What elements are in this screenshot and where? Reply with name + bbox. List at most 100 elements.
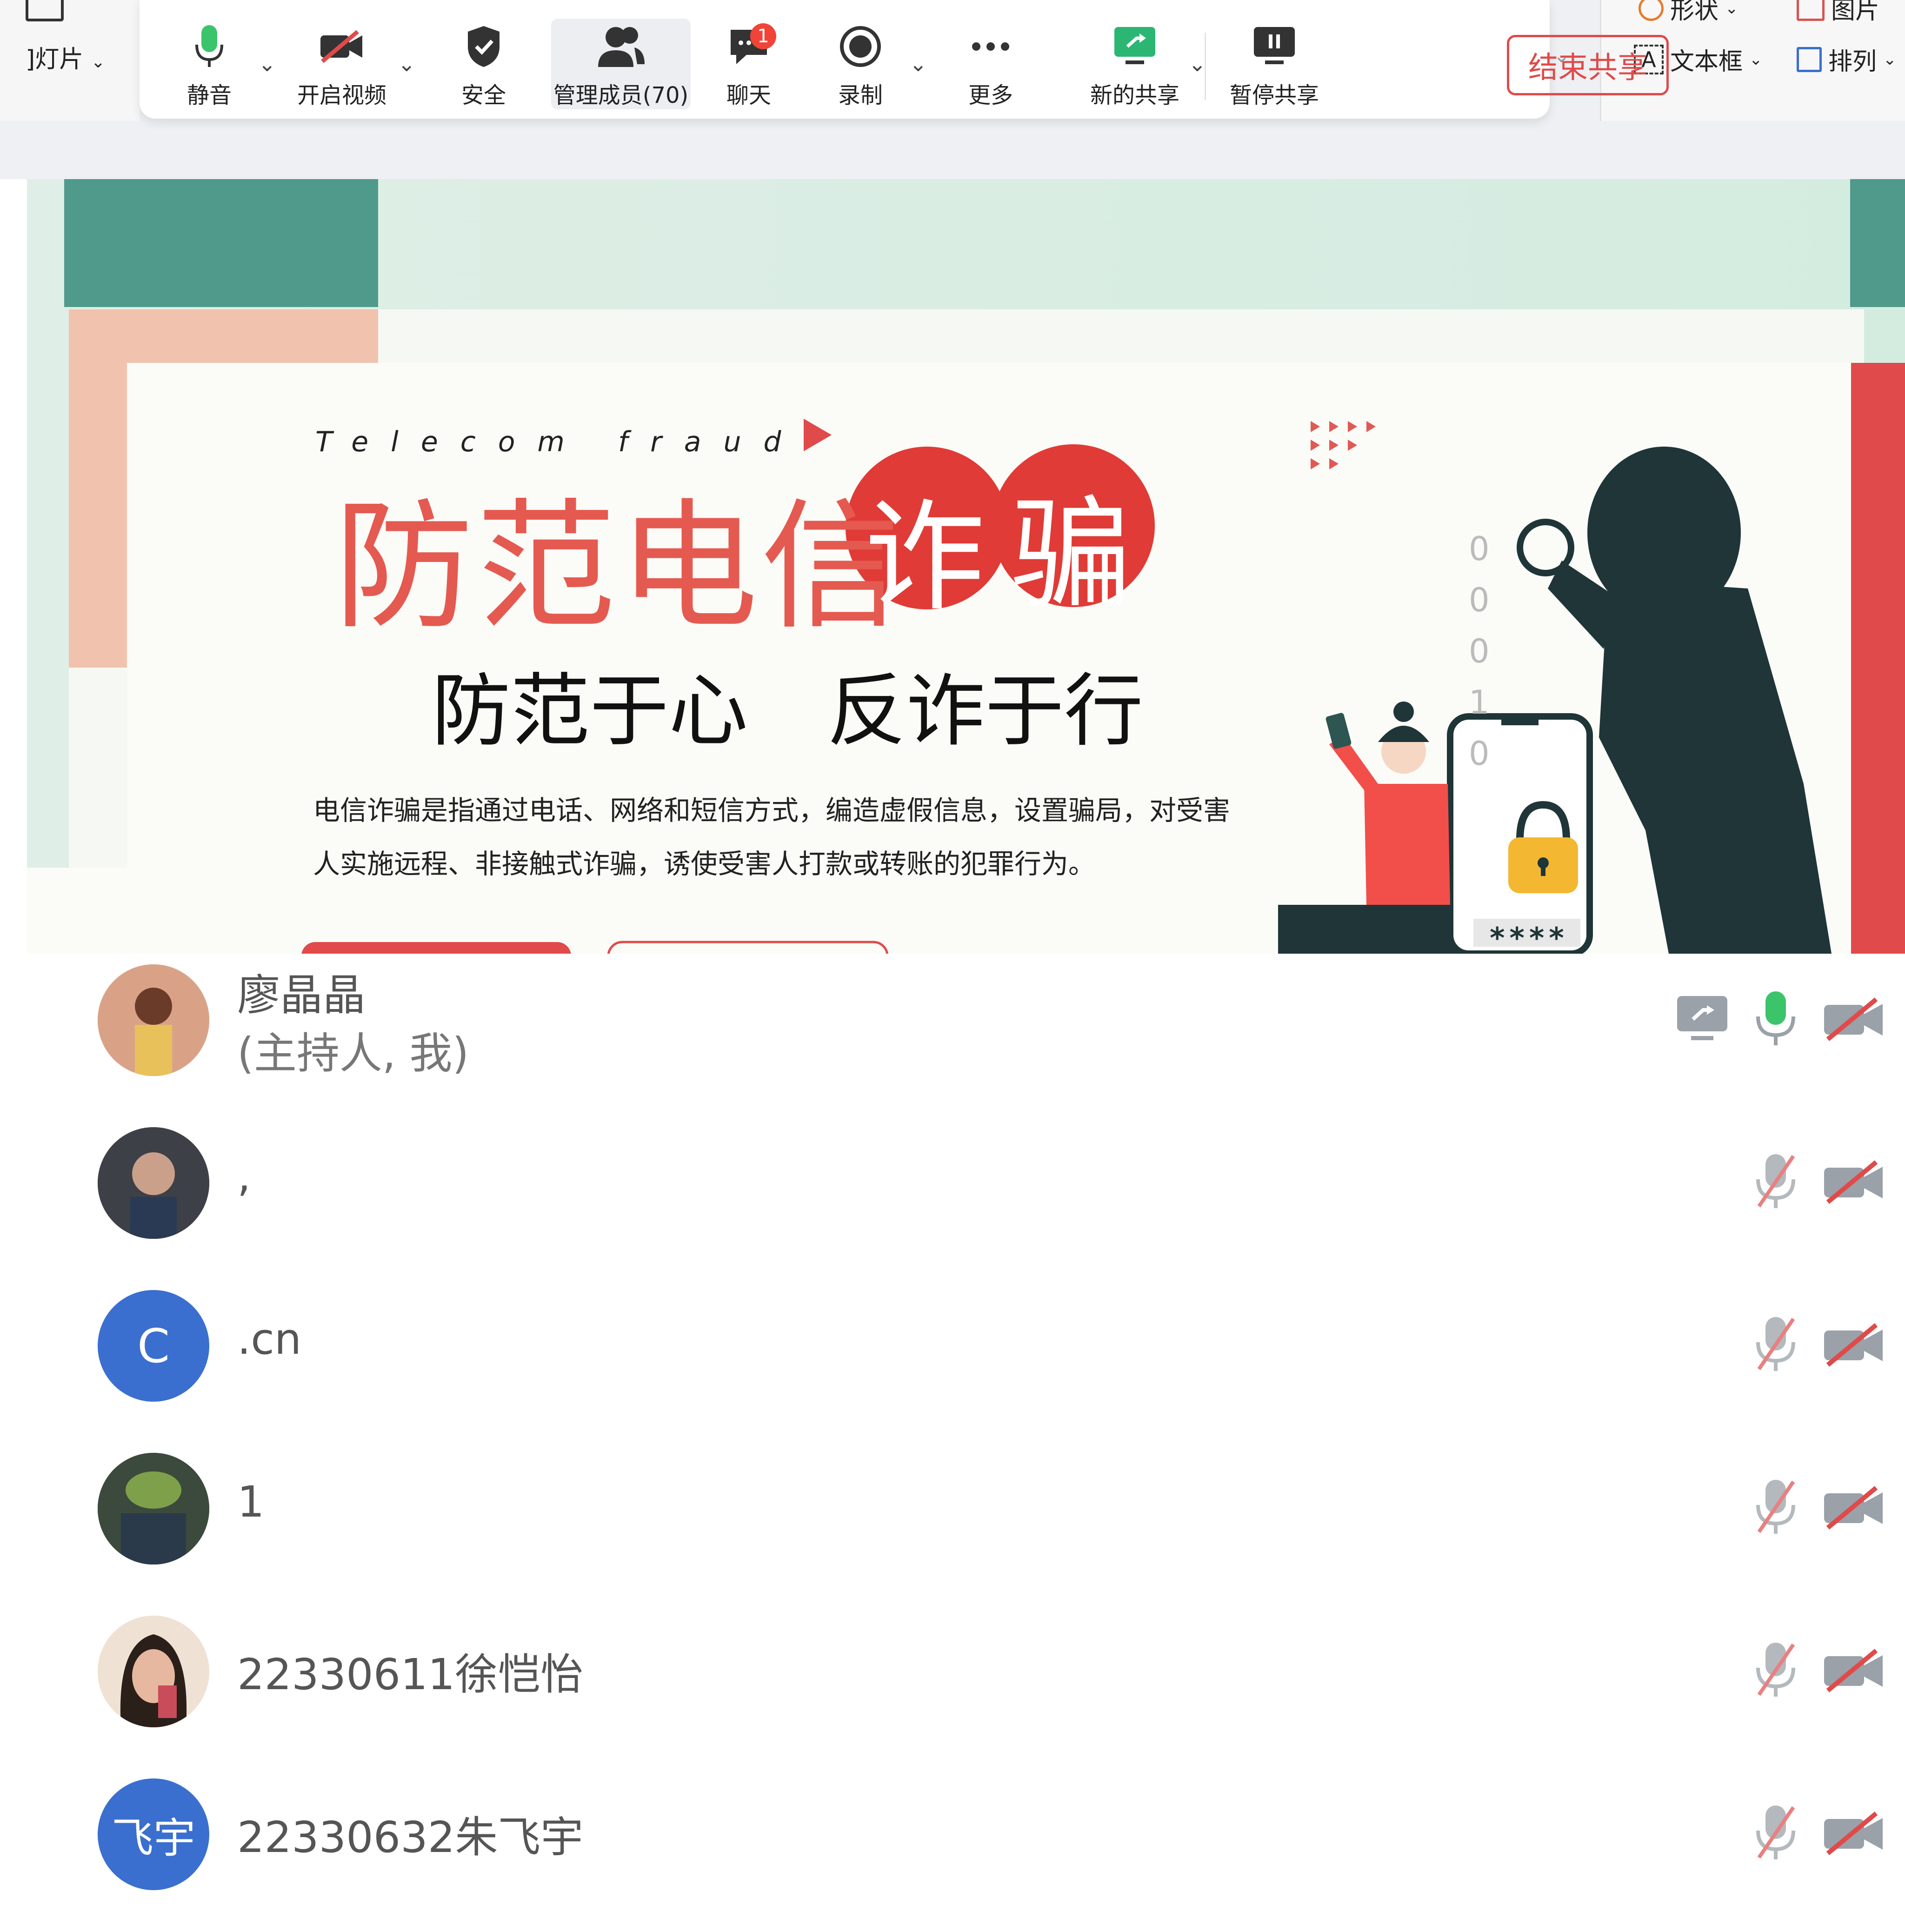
chevron-down-icon: ⌄ (91, 53, 105, 72)
arrange-label: 排列 (1828, 48, 1877, 76)
manage-members-button[interactable]: 管理成员(70) (551, 19, 691, 109)
microphone-off-icon[interactable] (1752, 1151, 1799, 1214)
picture-menu[interactable]: 图片 (1797, 0, 1879, 26)
security-label: 安全 (461, 82, 506, 108)
slides-menu[interactable]: ]灯片 ⌄ (26, 40, 105, 74)
meeting-toolbar: 静音 ⌄ 开启视频 ⌄ 安全 管理成员(70) 1 聊天 录制 ⌄ 更多 新的共… (140, 0, 1669, 119)
manage-members-label: 管理成员(70) (553, 82, 689, 108)
more-button[interactable]: 更多 (953, 19, 1028, 109)
more-label: 更多 (968, 82, 1013, 108)
chevron-down-icon: ⌄ (1749, 50, 1763, 69)
participant-row[interactable]: 飞宇 22330632朱飞宇 (0, 1770, 1905, 1932)
slide-title-circle-char-2: 骗 (1011, 485, 1132, 625)
participant-row[interactable]: 廖晶晶 (主持人, 我) (0, 956, 1905, 1118)
participant-name: 廖晶晶 (237, 970, 366, 1020)
chat-icon: 1 (728, 19, 776, 74)
participant-name: .cn (237, 1314, 302, 1364)
chevron-down-icon: ⌄ (1883, 50, 1897, 69)
slide-paragraph-line-1: 电信诈骗是指通过电话、网络和短信方式，编造虚假信息，设置骗局，对受害 (313, 795, 1231, 826)
participant-name: 22330632朱飞宇 (237, 1812, 584, 1862)
participant-role: (主持人, 我) (237, 1029, 469, 1078)
members-icon (595, 19, 646, 74)
microphone-off-icon[interactable] (1752, 1477, 1799, 1539)
participant-name: 1 (237, 1477, 265, 1527)
participant-status-icons (1752, 1151, 1886, 1214)
shield-icon (465, 19, 502, 74)
microphone-icon (193, 19, 226, 74)
camera-off-icon[interactable] (1821, 1158, 1886, 1207)
participant-status-icons (1752, 1477, 1886, 1539)
microphone-off-icon[interactable] (1752, 1314, 1799, 1377)
record-icon (839, 19, 882, 74)
avatar (98, 1453, 209, 1564)
avatar (98, 964, 209, 1076)
new-share-label: 新的共享 (1090, 82, 1179, 108)
textbox-label: 文本框 (1670, 48, 1743, 76)
avatar (98, 1127, 209, 1239)
slide-subtitle: 防范于心 反诈于行 (432, 665, 1144, 757)
new-share-icon (1112, 19, 1158, 74)
microphone-off-icon[interactable] (1752, 1640, 1799, 1702)
chevron-down-icon: ⌄ (1725, 0, 1738, 18)
microphone-on-icon[interactable] (1752, 989, 1799, 1051)
start-video-button[interactable]: 开启视频 (293, 19, 391, 109)
avatar-letter: C (137, 1318, 170, 1373)
participant-status-icons (1752, 1314, 1886, 1377)
participant-status-icons (1752, 1803, 1886, 1865)
arrange-menu[interactable]: 排列 ⌄ (1797, 42, 1897, 77)
participant-status-icons (1752, 1640, 1886, 1702)
slide-title-chinese: 防范电信 (334, 454, 903, 655)
participant-status-icons (1674, 989, 1886, 1051)
participant-row[interactable]: 1 (0, 1444, 1905, 1606)
camera-off-icon[interactable] (1821, 1647, 1886, 1695)
shape-label: 形状 (1670, 0, 1719, 25)
pause-share-button[interactable]: 暂停共享 (1223, 19, 1326, 109)
screen-share-icon (1674, 993, 1730, 1046)
more-dots-icon (970, 19, 1012, 74)
avatar: 飞宇 (98, 1778, 209, 1890)
end-share-button[interactable]: 结束共享 (1507, 35, 1669, 95)
chat-button[interactable]: 1 聊天 (712, 19, 786, 109)
avatar-letter: 飞宇 (112, 1814, 195, 1863)
shape-icon (1639, 0, 1664, 21)
chat-unread-badge: 1 (750, 23, 776, 49)
start-video-label: 开启视频 (297, 82, 386, 108)
pause-share-icon (1251, 19, 1298, 74)
camera-off-icon[interactable] (1821, 1484, 1886, 1532)
slide-title-main: 防范电信 (334, 486, 903, 648)
record-options-chevron-icon[interactable]: ⌄ (909, 51, 927, 76)
slide-paragraph-line-2: 人实施远程、非接触式诈骗，诱使受害人打款或转账的犯罪行为。 (313, 848, 1096, 880)
avatar: C (98, 1290, 209, 1402)
mute-options-chevron-icon[interactable]: ⌄ (258, 51, 276, 76)
avatar (98, 1616, 209, 1727)
presentation-left-panel: ]灯片 ⌄ (0, 0, 140, 121)
slide-title-circle-char-1: 诈 (864, 487, 985, 628)
shared-slide: Telecom fraud 防范电信 诈 骗 防范于心 反诈于行 电信诈骗是指通… (27, 179, 1905, 954)
participant-name: , (237, 1151, 251, 1201)
camera-off-icon[interactable] (1821, 996, 1886, 1044)
participant-row[interactable]: C .cn (0, 1282, 1905, 1444)
security-button[interactable]: 安全 (446, 19, 521, 109)
chat-label: 聊天 (726, 82, 771, 108)
toolbar-collapse-chevron-icon[interactable]: ⌄ (1553, 44, 1570, 67)
slides-panel-icon[interactable] (26, 0, 64, 21)
record-label: 录制 (838, 82, 883, 108)
mute-button[interactable]: 静音 (172, 19, 246, 109)
video-off-icon (319, 19, 365, 74)
participant-row[interactable]: , (0, 1119, 1905, 1281)
share-options-chevron-icon[interactable]: ⌄ (1188, 51, 1206, 76)
video-options-chevron-icon[interactable]: ⌄ (398, 51, 416, 76)
phone-password-mask: **** (1490, 921, 1569, 954)
shape-menu[interactable]: 形状 ⌄ (1639, 0, 1738, 26)
camera-off-icon[interactable] (1821, 1810, 1886, 1858)
picture-label: 图片 (1831, 0, 1880, 25)
pause-share-label: 暂停共享 (1229, 82, 1319, 108)
record-button[interactable]: 录制 (823, 19, 898, 109)
microphone-off-icon[interactable] (1752, 1803, 1799, 1865)
new-share-button[interactable]: 新的共享 (1084, 19, 1186, 109)
camera-off-icon[interactable] (1821, 1321, 1886, 1370)
participant-row[interactable]: 22330611徐恺怡 (0, 1607, 1905, 1769)
arrange-icon (1797, 47, 1822, 72)
floating-binary-digits: 0 0 0 1 0 (1469, 530, 1490, 773)
slide-paragraph: 电信诈骗是指通过电话、网络和短信方式，编造虚假信息，设置骗局，对受害 人实施远程… (313, 784, 1294, 891)
